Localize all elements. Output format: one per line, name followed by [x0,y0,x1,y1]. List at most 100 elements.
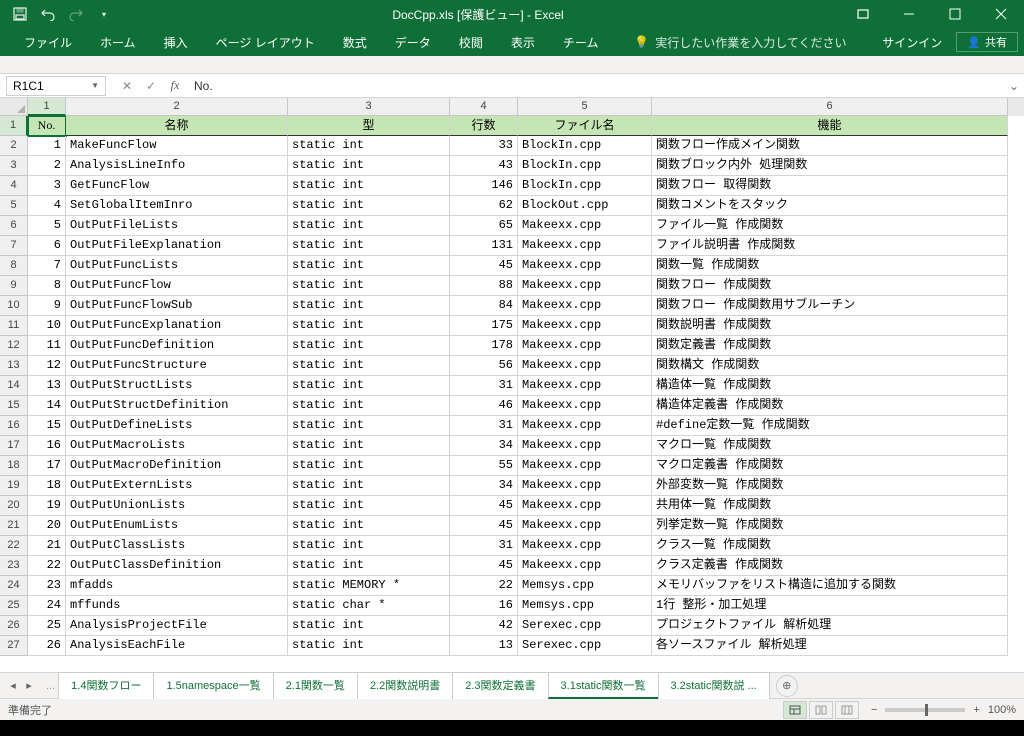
cell[interactable]: 31 [450,416,518,436]
cell[interactable]: Makeexx.cpp [518,516,652,536]
cell[interactable]: Makeexx.cpp [518,476,652,496]
cell[interactable]: 88 [450,276,518,296]
row-header[interactable]: 6 [0,216,28,236]
name-box[interactable]: R1C1 ▼ [6,76,106,96]
page-layout-view-button[interactable] [809,701,833,719]
cell[interactable]: static int [288,556,450,576]
row-header[interactable]: 20 [0,496,28,516]
cell[interactable]: Serexec.cpp [518,636,652,656]
cell[interactable]: static int [288,136,450,156]
cell[interactable]: 34 [450,436,518,456]
cell[interactable]: 型 [288,116,450,136]
row-header[interactable]: 1 [0,116,28,136]
col-header[interactable]: 4 [450,98,518,116]
cell[interactable]: Makeexx.cpp [518,496,652,516]
cell[interactable]: 7 [28,256,66,276]
qat-customize[interactable]: ▾ [92,3,116,25]
cell[interactable]: Makeexx.cpp [518,316,652,336]
cell[interactable]: static int [288,496,450,516]
cell[interactable]: OutPutMacroDefinition [66,456,288,476]
cell[interactable]: 2 [28,156,66,176]
row-header[interactable]: 21 [0,516,28,536]
cell[interactable]: static int [288,396,450,416]
cell[interactable]: 20 [28,516,66,536]
cell[interactable]: Makeexx.cpp [518,556,652,576]
cell[interactable]: 26 [28,636,66,656]
cell[interactable]: OutPutFuncLists [66,256,288,276]
cell[interactable]: 12 [28,356,66,376]
cell[interactable]: 31 [450,376,518,396]
cell[interactable]: static int [288,536,450,556]
cell[interactable]: 131 [450,236,518,256]
cell[interactable]: ファイル一覧 作成関数 [652,216,1008,236]
cell[interactable]: 関数コメントをスタック [652,196,1008,216]
cell[interactable]: AnalysisLineInfo [66,156,288,176]
chevron-down-icon[interactable]: ▼ [91,81,99,90]
cell[interactable]: 関数説明書 作成関数 [652,316,1008,336]
row-header[interactable]: 22 [0,536,28,556]
row-header[interactable]: 8 [0,256,28,276]
cell[interactable]: Makeexx.cpp [518,536,652,556]
cell[interactable]: 関数定義書 作成関数 [652,336,1008,356]
cell[interactable]: Serexec.cpp [518,616,652,636]
cell[interactable]: OutPutFileLists [66,216,288,236]
sheet-tab[interactable]: 3.1static関数一覧 [548,672,659,699]
cell[interactable]: 13 [450,636,518,656]
zoom-out-button[interactable]: − [871,704,877,716]
cell[interactable]: 24 [28,596,66,616]
row-header[interactable]: 25 [0,596,28,616]
cell[interactable]: Makeexx.cpp [518,256,652,276]
expand-formula-bar-icon[interactable]: ⌄ [1004,79,1024,93]
cell[interactable]: BlockOut.cpp [518,196,652,216]
row-header[interactable]: 16 [0,416,28,436]
cell[interactable]: 45 [450,256,518,276]
col-header[interactable]: 5 [518,98,652,116]
cell[interactable]: OutPutStructLists [66,376,288,396]
cell[interactable]: OutPutClassLists [66,536,288,556]
row-header[interactable]: 24 [0,576,28,596]
cell[interactable]: Makeexx.cpp [518,356,652,376]
row-header[interactable]: 5 [0,196,28,216]
insert-function-button[interactable]: fx [164,76,186,96]
cell[interactable]: OutPutFuncFlowSub [66,296,288,316]
cell[interactable]: 関数構文 作成関数 [652,356,1008,376]
sign-in-link[interactable]: サインイン [868,34,956,51]
cell[interactable]: 3 [28,176,66,196]
zoom-level[interactable]: 100% [988,704,1016,716]
row-header[interactable]: 10 [0,296,28,316]
select-all-corner[interactable] [0,98,28,116]
col-header[interactable]: 2 [66,98,288,116]
sheet-tab[interactable]: 3.2static関数説 ... [658,672,770,699]
cell[interactable]: 45 [450,556,518,576]
cell[interactable]: 43 [450,156,518,176]
cell[interactable]: OutPutFuncDefinition [66,336,288,356]
cell[interactable]: 178 [450,336,518,356]
cell[interactable]: 17 [28,456,66,476]
cell[interactable]: static int [288,256,450,276]
cell[interactable]: AnalysisProjectFile [66,616,288,636]
cell[interactable]: OutPutDefineLists [66,416,288,436]
cell[interactable]: Memsys.cpp [518,576,652,596]
ribbon-tab[interactable]: 表示 [497,28,549,56]
normal-view-button[interactable] [783,701,807,719]
sheet-tab[interactable]: 1.5namespace一覧 [153,672,273,699]
cell[interactable]: 16 [28,436,66,456]
row-header[interactable]: 26 [0,616,28,636]
ribbon-tab[interactable]: ページ レイアウト [202,28,329,56]
ribbon-tab[interactable]: ホーム [86,28,150,56]
row-header[interactable]: 19 [0,476,28,496]
cell[interactable]: 共用体一覧 作成関数 [652,496,1008,516]
cell[interactable]: 8 [28,276,66,296]
cell[interactable]: クラス一覧 作成関数 [652,536,1008,556]
cell[interactable]: #define定数一覧 作成関数 [652,416,1008,436]
cell[interactable]: 13 [28,376,66,396]
cell[interactable]: OutPutStructDefinition [66,396,288,416]
cell[interactable]: 外部変数一覧 作成関数 [652,476,1008,496]
row-header[interactable]: 12 [0,336,28,356]
close-button[interactable] [978,0,1024,28]
page-break-view-button[interactable] [835,701,859,719]
cell[interactable]: OutPutClassDefinition [66,556,288,576]
share-button[interactable]: 👤 共有 [956,32,1018,52]
cell[interactable]: 33 [450,136,518,156]
cell[interactable]: Makeexx.cpp [518,456,652,476]
